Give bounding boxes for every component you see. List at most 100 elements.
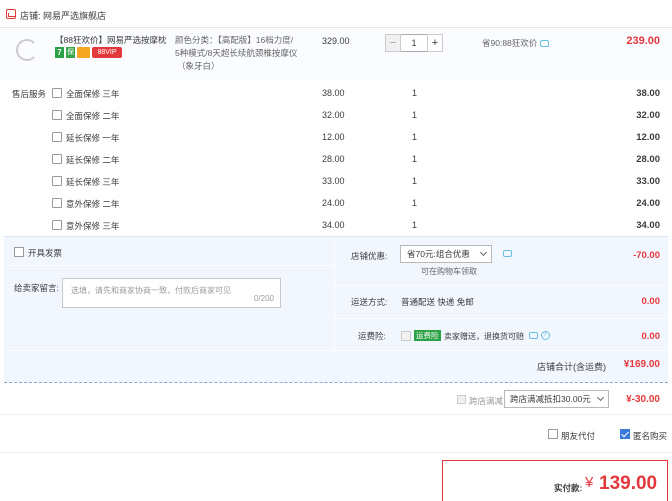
quantity-input[interactable]: 1 [401,34,427,52]
promo-select-value: 跨店满减抵扣30.00元 [510,394,591,404]
message-char-count: 0/200 [253,294,274,303]
service-row: 意外保修 三年 34.00 1 34.00 [0,215,672,237]
chat-icon[interactable] [503,250,512,257]
service-row: 意外保修 二年 24.00 1 24.00 [0,193,672,215]
service-subtotal: 28.00 [636,154,660,165]
column-divider [334,238,335,350]
quantity-stepper: − 1 + [385,34,449,52]
payment-label: 实付款: [554,483,583,493]
service-subtotal: 32.00 [636,110,660,121]
service-checkbox[interactable] [52,110,62,120]
service-name: 延长保修 二年 [66,155,120,165]
payment-currency: ¥ [585,474,594,491]
coupon-select[interactable]: 省70元:组合优惠 [400,245,492,263]
insurance-text: 卖家赠送，退换货可赔 [444,332,524,341]
divider [0,452,672,453]
insurance-label: 运费险: [358,331,386,341]
service-price: 24.00 [322,198,345,208]
service-name: 全面保修 三年 [66,89,120,99]
service-price: 32.00 [322,110,345,120]
card-icon [77,47,90,58]
product-title[interactable]: 【88狂欢价】网易严选按摩枕... [55,34,167,46]
service-row: 全面保修 二年 32.00 1 32.00 [0,105,672,127]
payment-summary: 实付款: ¥ 139.00 [442,460,668,501]
insurance-checkbox [401,331,411,341]
service-checkbox[interactable] [52,132,62,142]
coupon-amount: -70.00 [633,250,660,261]
service-qty: 1 [412,110,418,120]
service-checkbox[interactable] [52,88,62,98]
friend-pay-label[interactable]: 朋友代付 [561,430,595,442]
service-subtotal: 24.00 [636,198,660,209]
promo-select[interactable]: 跨店满减抵扣30.00元 [504,390,609,408]
chat-icon[interactable] [540,40,550,48]
service-row: 延长保修 一年 12.00 1 12.00 [0,127,672,149]
service-checkbox[interactable] [52,154,62,164]
service-price: 28.00 [322,154,345,164]
service-price: 33.00 [322,176,345,186]
divider [4,265,334,266]
shield-icon: 保 [66,47,75,58]
coupon-note: 可在购物车领取 [421,267,477,276]
insurance-amount: 0.00 [641,331,661,342]
sku-line: （象牙白） [177,61,220,71]
divider [335,285,668,286]
divider [335,318,668,319]
shipping-method: 普通配送 快递 免邮 [401,297,474,307]
service-qty: 1 [412,198,418,208]
shipping-label: 运送方式: [351,297,388,307]
service-qty: 1 [412,132,418,142]
service-checkbox[interactable] [52,176,62,186]
chevron-down-icon [479,248,488,257]
help-icon[interactable]: ? [540,331,550,341]
insurance-badge: 运费险 [414,330,441,341]
product-thumbnail[interactable] [16,39,38,61]
service-checkbox[interactable] [52,198,62,208]
service-name: 意外保修 二年 [66,199,120,209]
promo-label: 跨店满减 [469,396,504,406]
service-name: 延长保修 一年 [66,133,120,143]
service-row: 延长保修 二年 28.00 1 28.00 [0,149,672,171]
friend-pay-checkbox[interactable] [548,429,558,439]
vip88-badge: 88VIP [92,47,122,58]
service-name: 延长保修 三年 [66,177,120,187]
discount-info: 省90:88狂欢价 [482,37,550,49]
service-subtotal: 38.00 [636,88,660,99]
service-subtotal: 33.00 [636,176,660,187]
service-name: 全面保修 二年 [66,111,120,121]
message-label: 给卖家留言: [14,283,59,293]
service-row: 全面保修 三年 38.00 1 38.00 [0,83,672,105]
unit-price: 329.00 [322,36,350,46]
service-price: 12.00 [322,132,345,142]
shop-name[interactable]: 店铺: 网易严选旗舰店 [20,9,106,22]
shipping-amount: 0.00 [641,296,661,307]
invoice-label[interactable]: 开具发票 [28,247,62,259]
payment-amount: 139.00 [599,473,658,494]
shop-total-value: ¥169.00 [623,359,660,370]
increase-button[interactable]: + [427,34,443,52]
seller-message-input[interactable]: 选填，请先和商家协商一致，付款后商家可见 0/200 [62,278,281,308]
anonymous-label[interactable]: 匿名购买 [633,430,667,442]
promo-checkbox [457,395,466,404]
chat-icon[interactable] [529,332,538,340]
seven-day-return-icon: 7 [55,47,64,58]
service-qty: 1 [412,154,418,164]
service-qty: 1 [412,220,418,230]
service-subtotal: 12.00 [636,132,660,143]
product-row: 【88狂欢价】网易严选按摩枕... 7 保 88VIP 颜色分类：【高配版】16… [0,29,672,81]
service-qty: 1 [412,176,418,186]
service-row: 延长保修 三年 33.00 1 33.00 [0,171,672,193]
chevron-down-icon [596,393,605,402]
anonymous-checkbox[interactable] [620,429,630,439]
coupon-label: 店铺优惠: [351,251,388,261]
product-badges: 7 保 88VIP [55,47,122,59]
invoice-checkbox[interactable] [14,247,24,257]
shop-total-label: 店铺合计(含运费) [537,362,606,372]
service-checkbox[interactable] [52,220,62,230]
decrease-button[interactable]: − [385,34,401,52]
sku-line: 颜色分类：【高配版】16档力度/ [175,35,294,45]
sku-info: 颜色分类：【高配版】16档力度/ 5种模式/8天超长续航颈椎按摩仪 （象牙白） [175,34,315,73]
coupon-select-value: 省70元:组合优惠 [407,249,470,259]
shop-icon [6,9,16,19]
sku-line: 5种模式/8天超长续航颈椎按摩仪 [175,48,298,58]
